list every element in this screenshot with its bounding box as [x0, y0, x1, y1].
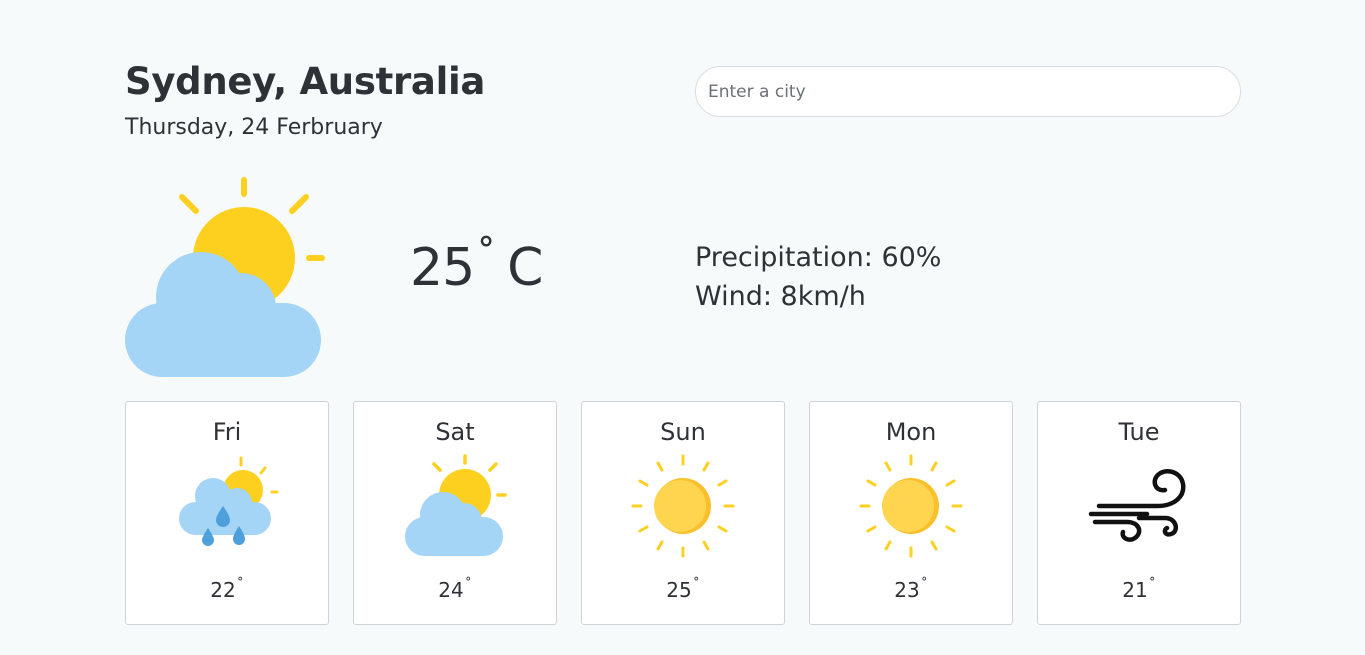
sun-icon: [631, 454, 735, 558]
sun-cloud-rain-icon: [179, 456, 279, 546]
city-search-input[interactable]: [695, 66, 1241, 117]
degree-symbol: ˚: [464, 577, 472, 593]
degree-symbol: ˚: [1148, 577, 1156, 593]
temperature-value: 25: [410, 238, 475, 298]
current-temperature: 25˚ C: [410, 235, 543, 298]
sun-behind-cloud-icon: [405, 454, 507, 556]
precipitation-text: Precipitation: 60%: [695, 242, 942, 273]
forecast-temp-value: 24: [438, 578, 464, 602]
weather-app: Sydney, Australia Thursday, 24 Ferbruary…: [0, 0, 1365, 655]
degree-symbol: ˚: [692, 577, 700, 593]
forecast-day-name: Fri: [212, 418, 242, 446]
forecast-temperature: 24˚: [354, 577, 556, 602]
sun-behind-cloud-icon: [125, 177, 325, 377]
forecast-day-name: Tue: [1118, 418, 1160, 446]
forecast-temperature: 23˚: [810, 577, 1012, 602]
wind-icon: [1088, 469, 1186, 542]
degree-symbol: ˚: [236, 577, 244, 593]
forecast-list: Fri 22˚ Sat 24˚ Sun 25˚ Mon 23˚ Tue 21˚: [125, 401, 1241, 625]
forecast-temp-value: 22: [210, 578, 236, 602]
degree-symbol: ˚: [476, 235, 496, 281]
forecast-day-name: Mon: [885, 418, 937, 446]
forecast-temp-value: 21: [1122, 578, 1148, 602]
forecast-card-tue: Tue 21˚: [1037, 401, 1241, 625]
temperature-unit: C: [507, 238, 543, 298]
forecast-temp-value: 23: [894, 578, 920, 602]
wind-text: Wind: 8km/h: [695, 281, 866, 312]
weather-details: Precipitation: 60% Wind: 8km/h: [695, 238, 941, 316]
sun-icon: [859, 454, 963, 558]
forecast-card-fri: Fri 22˚: [125, 401, 329, 625]
forecast-day-name: Sun: [660, 418, 706, 446]
forecast-temperature: 22˚: [126, 577, 328, 602]
degree-symbol: ˚: [920, 577, 928, 593]
forecast-temperature: 25˚: [582, 577, 784, 602]
forecast-day-name: Sat: [435, 418, 475, 446]
forecast-card-mon: Mon 23˚: [809, 401, 1013, 625]
current-date: Thursday, 24 Ferbruary: [125, 115, 383, 140]
city-title: Sydney, Australia: [125, 60, 486, 103]
forecast-temperature: 21˚: [1038, 577, 1240, 602]
forecast-temp-value: 25: [666, 578, 692, 602]
forecast-card-sun: Sun 25˚: [581, 401, 785, 625]
forecast-card-sat: Sat 24˚: [353, 401, 557, 625]
